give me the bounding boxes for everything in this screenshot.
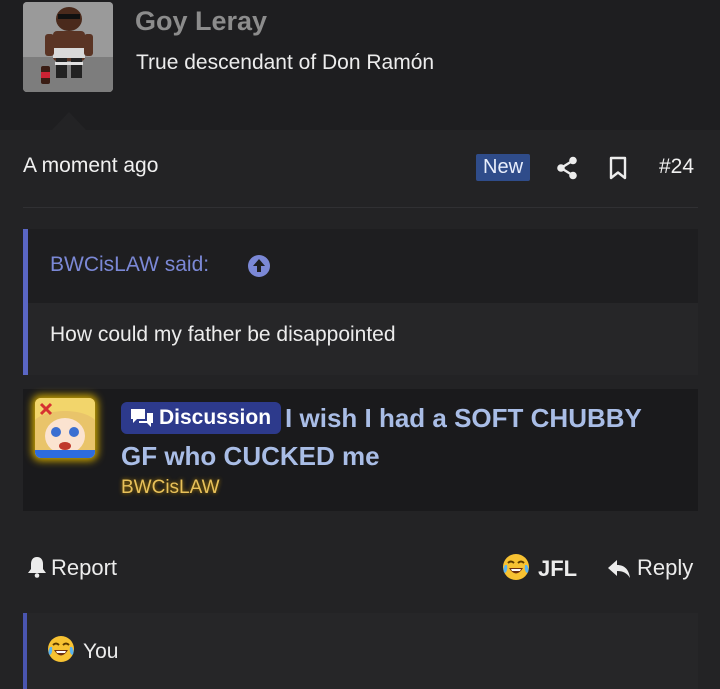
- new-badge: New: [476, 154, 531, 181]
- chat-bubbles-icon: [131, 409, 153, 427]
- share-icon[interactable]: [556, 156, 578, 180]
- username[interactable]: Goy Leray: [135, 6, 267, 37]
- quote-block: BWCisLAW said: How could my father be di…: [23, 229, 698, 375]
- post-number-link[interactable]: #24: [659, 155, 694, 179]
- discussion-prefix-label[interactable]: Discussion: [121, 402, 282, 434]
- crying-laughing-emoji-icon: [48, 636, 74, 662]
- reaction-label: JFL: [538, 556, 578, 581]
- reactions-summary[interactable]: You: [47, 635, 118, 664]
- bell-icon: [28, 557, 46, 578]
- reaction-button[interactable]: JFL: [502, 553, 577, 582]
- anime-avatar-image: [35, 398, 95, 458]
- post-user-header: Goy Leray True descendant of Don Ramón: [0, 0, 720, 130]
- avatar-figure-image: [23, 2, 113, 92]
- reactions-bar[interactable]: You: [23, 613, 698, 689]
- thread-embed-card[interactable]: Discussion I wish I had a SOFT CHUBBY GF …: [23, 389, 698, 511]
- quote-header: BWCisLAW said:: [28, 229, 698, 303]
- quote-author-link[interactable]: BWCisLAW said:: [50, 253, 209, 277]
- reply-button[interactable]: Reply: [607, 555, 693, 581]
- post-pointer-arrow: [52, 112, 86, 130]
- reply-arrow-icon: [608, 560, 630, 578]
- report-button[interactable]: Report: [27, 555, 117, 581]
- embed-author-name[interactable]: BWCisLAW: [121, 477, 220, 499]
- post-timestamp[interactable]: A moment ago: [23, 154, 158, 178]
- reply-label: Reply: [637, 555, 694, 580]
- reactions-summary-text: You: [83, 640, 119, 663]
- arrow-up-circle-icon[interactable]: [247, 254, 271, 278]
- report-label: Report: [51, 555, 118, 580]
- user-avatar[interactable]: [23, 2, 113, 92]
- quote-text: How could my father be disappointed: [50, 323, 396, 346]
- thread-title-link[interactable]: Discussion I wish I had a SOFT CHUBBY GF …: [121, 399, 681, 475]
- discussion-prefix-text: Discussion: [159, 406, 272, 429]
- user-title: True descendant of Don Ramón: [136, 51, 435, 74]
- bookmark-icon[interactable]: [608, 156, 628, 180]
- divider: [23, 207, 698, 208]
- embed-author-avatar[interactable]: [35, 398, 95, 458]
- crying-laughing-emoji-icon: [503, 554, 529, 580]
